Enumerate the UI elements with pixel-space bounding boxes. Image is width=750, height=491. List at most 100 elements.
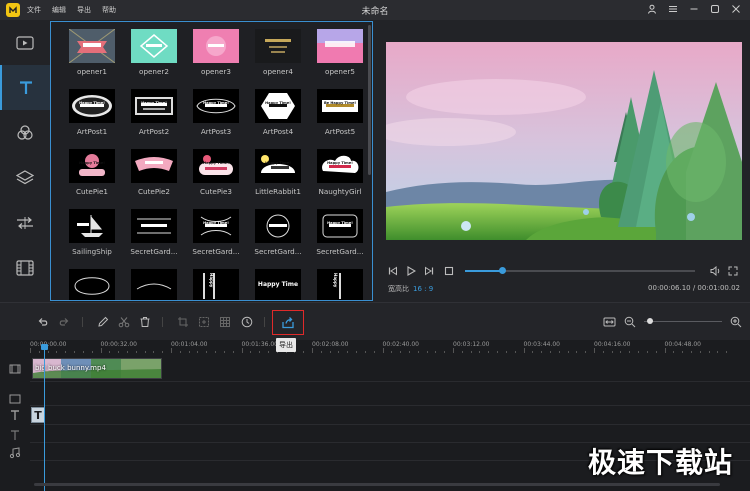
- aspect-ratio-value: 16 : 9: [413, 285, 434, 293]
- undo-icon: [38, 318, 48, 326]
- element-tab[interactable]: [0, 245, 50, 290]
- ruler-tick-mark: [188, 351, 190, 353]
- text-tab[interactable]: [0, 65, 50, 110]
- template-item[interactable]: Happy Time! CutePie3: [185, 146, 247, 204]
- ruler-tick-mark: [611, 351, 613, 353]
- menu-edit[interactable]: 编辑: [52, 5, 66, 15]
- ruler-tick-mark: [347, 351, 349, 353]
- delete-button[interactable]: [138, 315, 152, 329]
- template-item[interactable]: Happy: [309, 266, 371, 300]
- fullscreen-icon[interactable]: [728, 266, 738, 276]
- transition-tab[interactable]: [0, 200, 50, 245]
- template-thumbnail-text: Happy: [333, 273, 338, 288]
- ruler-tick-mark: [56, 351, 58, 353]
- template-thumbnail: Happy Time!: [69, 89, 115, 123]
- template-item[interactable]: Happy Time! SecretGard...: [185, 206, 247, 264]
- timeline-ruler[interactable]: 00:00:00.00 00:00:32.00 00:01:04.00 00:01:3…: [30, 340, 750, 354]
- template-item[interactable]: Happy Time: [247, 266, 309, 300]
- template-scrollbar[interactable]: [368, 25, 371, 175]
- template-item[interactable]: Happy: [185, 266, 247, 300]
- account-icon[interactable]: [646, 3, 658, 15]
- template-label: SecretGard...: [192, 247, 240, 256]
- timeline-scrollbar[interactable]: [34, 483, 720, 486]
- template-thumbnail-text: Happy Time!: [265, 161, 291, 165]
- ruler-tick-label: 00:00:32.00: [100, 341, 138, 348]
- template-label: ArtPost2: [138, 127, 170, 136]
- ruler-tick-mark: [30, 348, 31, 353]
- play-icon[interactable]: [406, 266, 416, 276]
- ruler-tick-mark: [38, 351, 40, 353]
- prev-frame-icon[interactable]: [388, 266, 398, 276]
- next-frame-icon[interactable]: [424, 266, 434, 276]
- edit-button[interactable]: [96, 315, 110, 329]
- template-item[interactable]: Happy Time! SecretGard...: [309, 206, 371, 264]
- template-item[interactable]: Happy Time! ArtPost1: [61, 86, 123, 144]
- template-item[interactable]: [123, 266, 185, 300]
- template-thumbnail: [317, 29, 363, 63]
- template-label: ArtPost4: [262, 127, 294, 136]
- template-thumbnail-text: Happy Time!: [327, 161, 353, 165]
- template-item[interactable]: Happy Time! ArtPost4: [247, 86, 309, 144]
- playhead-handle[interactable]: [41, 344, 48, 350]
- zoom-slider[interactable]: [644, 318, 722, 324]
- video-clip[interactable]: big buck bunny.mp4: [32, 358, 162, 379]
- menu-export[interactable]: 导出: [77, 5, 91, 15]
- close-icon[interactable]: [730, 3, 742, 15]
- export-icon: [282, 317, 294, 329]
- ruler-tick-mark: [576, 351, 578, 353]
- ruler-tick-mark: [549, 351, 551, 353]
- text-clip[interactable]: T: [31, 407, 45, 423]
- template-item[interactable]: SecretGard...: [123, 206, 185, 264]
- menu-file[interactable]: 文件: [27, 5, 41, 15]
- ruler-tick-mark: [664, 348, 666, 353]
- template-thumbnail: [255, 29, 301, 63]
- zoom-region-button[interactable]: [197, 315, 211, 329]
- zoom-out-icon: [624, 316, 636, 328]
- undo-button[interactable]: [36, 315, 50, 329]
- ruler-tick-mark: [602, 351, 604, 353]
- scissors-icon: [118, 317, 130, 328]
- redo-button[interactable]: [57, 315, 71, 329]
- template-item[interactable]: SailingShip: [61, 206, 123, 264]
- crop-button[interactable]: [176, 315, 190, 329]
- template-item[interactable]: [61, 266, 123, 300]
- filter-tab[interactable]: [0, 110, 50, 155]
- trash-icon: [140, 317, 150, 327]
- template-item[interactable]: opener3: [185, 26, 247, 84]
- template-item[interactable]: opener1: [61, 26, 123, 84]
- mosaic-button[interactable]: [218, 315, 232, 329]
- playhead[interactable]: [44, 348, 45, 491]
- zoom-out-button[interactable]: [623, 315, 637, 329]
- cut-button[interactable]: [117, 315, 131, 329]
- template-item[interactable]: opener2: [123, 26, 185, 84]
- minimize-icon[interactable]: [688, 3, 700, 15]
- stop-icon[interactable]: [444, 266, 454, 276]
- duration-button[interactable]: [240, 315, 254, 329]
- template-item[interactable]: opener4: [247, 26, 309, 84]
- template-item[interactable]: SecretGard...: [247, 206, 309, 264]
- zoom-in-button[interactable]: [729, 315, 743, 329]
- progress-knob[interactable]: [498, 267, 506, 274]
- menu-help[interactable]: 帮助: [102, 5, 116, 15]
- template-item[interactable]: Happy Time! LittleRabbit1: [247, 146, 309, 204]
- progress-track[interactable]: [465, 267, 695, 274]
- template-item[interactable]: Happy Time! CutePie1: [61, 146, 123, 204]
- template-item[interactable]: Be Happy Time! ArtPost5: [309, 86, 371, 144]
- media-tab[interactable]: [0, 20, 50, 65]
- ruler-tick-mark: [241, 348, 243, 353]
- template-thumbnail: [69, 269, 115, 300]
- overlay-tab[interactable]: [0, 155, 50, 200]
- template-item[interactable]: Happy Time! NaughtyGirl: [309, 146, 371, 204]
- export-button[interactable]: [272, 310, 304, 335]
- ruler-tick-mark: [488, 351, 490, 353]
- template-item[interactable]: Happy Time! ArtPost3: [185, 86, 247, 144]
- settings-menu-icon[interactable]: [667, 3, 679, 15]
- template-item[interactable]: opener5: [309, 26, 371, 84]
- template-item[interactable]: CutePie2: [123, 146, 185, 204]
- template-item[interactable]: Happy Time! ArtPost2: [123, 86, 185, 144]
- maximize-icon[interactable]: [709, 3, 721, 15]
- zoom-slider-knob[interactable]: [647, 318, 654, 324]
- fit-timeline-button[interactable]: [602, 315, 616, 329]
- volume-icon[interactable]: [710, 266, 721, 276]
- aspect-ratio[interactable]: 宽高比 16 : 9: [388, 284, 433, 294]
